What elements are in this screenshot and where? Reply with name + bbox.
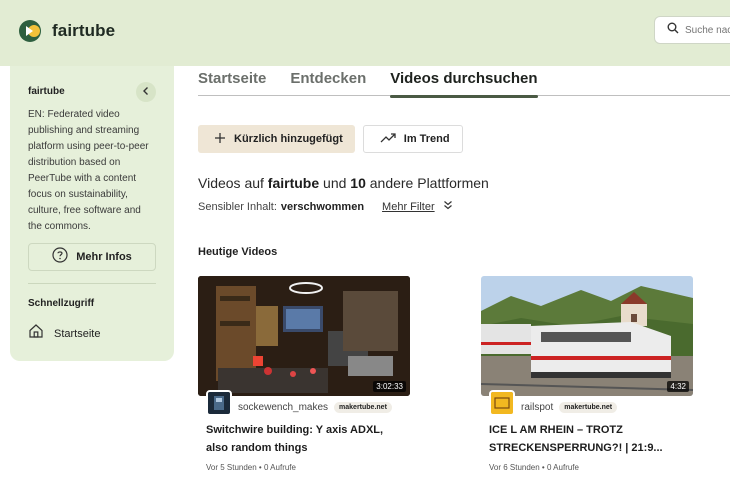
heading-middle: und bbox=[319, 175, 351, 191]
video-info: Vor 6 Stunden • 0 Aufrufe bbox=[489, 463, 579, 472]
heading-count: 10 bbox=[350, 175, 366, 191]
top-header: fairtube bbox=[0, 0, 730, 66]
search-icon bbox=[667, 21, 679, 39]
trending-label: Im Trend bbox=[403, 133, 450, 145]
trending-icon bbox=[380, 132, 396, 147]
video-info: Vor 5 Stunden • 0 Aufrufe bbox=[206, 463, 296, 472]
more-info-label: Mehr Infos bbox=[76, 251, 132, 263]
home-icon bbox=[28, 323, 44, 344]
video-thumbnail[interactable]: 4:32 bbox=[481, 276, 693, 396]
filter-line: Sensibler Inhalt: verschwommen Mehr Filt… bbox=[198, 200, 453, 213]
sidebar-item-home-label: Startseite bbox=[54, 327, 101, 340]
sensitive-content-label: Sensibler Inhalt: bbox=[198, 200, 277, 213]
tab-home[interactable]: Startseite bbox=[198, 70, 266, 95]
sidebar-item-home[interactable]: Startseite bbox=[28, 323, 156, 344]
channel-name[interactable]: railspot bbox=[521, 402, 553, 413]
sidebar-description: EN: Federated video publishing and strea… bbox=[28, 109, 149, 232]
heading-instance: fairtube bbox=[267, 175, 320, 191]
sort-buttons: Kürzlich hinzugefügt Im Trend bbox=[198, 125, 463, 153]
question-circle-icon bbox=[52, 246, 68, 268]
video-card[interactable]: 4:32 railspot makertube.net ICE L AM RHE… bbox=[481, 276, 693, 472]
instance-badge[interactable]: makertube.net bbox=[559, 401, 618, 413]
app-name: fairtube bbox=[52, 21, 116, 40]
sidebar: fairtube EN: Federated video publishing … bbox=[10, 66, 174, 361]
fairtube-logo-icon bbox=[18, 19, 42, 43]
video-channel-row: sockewench_makes makertube.net bbox=[198, 390, 410, 416]
sensitive-content-value: verschwommen bbox=[280, 200, 365, 213]
plus-icon bbox=[214, 132, 226, 147]
recently-added-label: Kürzlich hinzugefügt bbox=[234, 133, 343, 145]
more-filters-link[interactable]: Mehr Filter bbox=[382, 201, 435, 213]
search-input[interactable] bbox=[685, 24, 730, 36]
search-box[interactable] bbox=[654, 16, 730, 44]
double-chevron-down-icon[interactable] bbox=[443, 200, 453, 213]
trending-button[interactable]: Im Trend bbox=[362, 125, 463, 153]
instance-badge[interactable]: makertube.net bbox=[334, 401, 392, 413]
browse-heading: Videos auf fairtube und 10 andere Plattf… bbox=[198, 175, 489, 191]
video-channel-row: railspot makertube.net bbox=[481, 390, 693, 416]
channel-avatar[interactable] bbox=[489, 390, 515, 416]
sidebar-collapse-button[interactable] bbox=[136, 82, 156, 102]
channel-avatar[interactable] bbox=[206, 390, 232, 416]
app-logo[interactable]: fairtube bbox=[18, 19, 115, 43]
quick-access-title: Schnellzugriff bbox=[28, 298, 95, 309]
video-thumbnail[interactable]: 3:02:33 bbox=[198, 276, 410, 396]
recently-added-button[interactable]: Kürzlich hinzugefügt bbox=[198, 125, 355, 153]
more-info-button[interactable]: Mehr Infos bbox=[28, 243, 156, 271]
main-tabs: Startseite Entdecken Videos durchsuchen bbox=[198, 70, 730, 98]
channel-name[interactable]: sockewench_makes bbox=[238, 402, 328, 413]
heading-prefix: Videos auf bbox=[198, 175, 268, 191]
video-card[interactable]: 3:02:33 sockewench_makes makertube.net S… bbox=[198, 276, 410, 472]
sidebar-divider bbox=[28, 283, 156, 284]
heading-suffix: andere Plattformen bbox=[365, 175, 489, 191]
chevron-left-icon bbox=[141, 83, 151, 101]
section-title: Heutige Videos bbox=[198, 246, 278, 258]
video-title[interactable]: Switchwire building: Y axis ADXL, also r… bbox=[198, 421, 408, 457]
tab-discover[interactable]: Entdecken bbox=[290, 70, 366, 95]
video-title[interactable]: ICE L AM RHEIN – TROTZ STRECKENSPERRUNG?… bbox=[481, 421, 691, 457]
tab-browse-videos[interactable]: Videos durchsuchen bbox=[390, 70, 538, 98]
